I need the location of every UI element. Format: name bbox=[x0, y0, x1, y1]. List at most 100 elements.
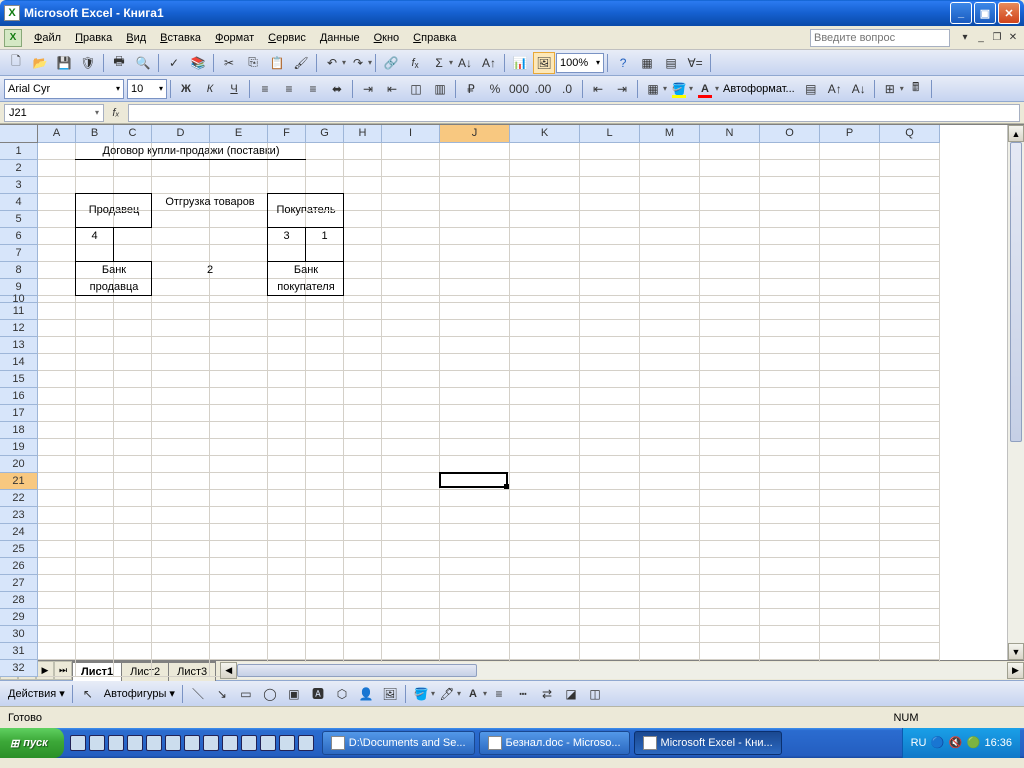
cell[interactable] bbox=[700, 245, 760, 262]
cell[interactable] bbox=[114, 388, 152, 405]
currency-icon[interactable]: ₽ bbox=[460, 78, 482, 100]
cell[interactable] bbox=[440, 473, 510, 490]
cell[interactable] bbox=[760, 211, 820, 228]
borders-icon[interactable]: ▦ bbox=[642, 78, 664, 100]
cell[interactable] bbox=[38, 303, 76, 320]
line-color-icon[interactable]: 🖊 bbox=[436, 683, 458, 705]
cell[interactable] bbox=[880, 354, 940, 371]
taskbar-task[interactable]: D:\Documents and Se... bbox=[322, 731, 475, 755]
cell[interactable] bbox=[114, 143, 152, 160]
cell[interactable] bbox=[820, 160, 880, 177]
cell[interactable] bbox=[152, 524, 210, 541]
textbox-icon[interactable]: ▣ bbox=[283, 683, 305, 705]
cell[interactable] bbox=[306, 371, 344, 388]
cell[interactable] bbox=[580, 643, 640, 660]
hyperlink-icon[interactable]: 🔗 bbox=[380, 52, 402, 74]
cell[interactable] bbox=[700, 143, 760, 160]
cell[interactable] bbox=[382, 245, 440, 262]
cell[interactable] bbox=[820, 371, 880, 388]
row-header-30[interactable]: 30 bbox=[0, 626, 38, 643]
cell[interactable] bbox=[440, 245, 510, 262]
cell[interactable] bbox=[820, 439, 880, 456]
cell[interactable] bbox=[700, 439, 760, 456]
cell[interactable] bbox=[210, 211, 268, 228]
cell[interactable] bbox=[268, 405, 306, 422]
cell[interactable] bbox=[306, 354, 344, 371]
indent-decrease-icon[interactable]: ⇤ bbox=[381, 78, 403, 100]
row-header-18[interactable]: 18 bbox=[0, 422, 38, 439]
drawing-icon[interactable]: 🖼 bbox=[533, 52, 555, 74]
cell[interactable] bbox=[76, 609, 114, 626]
row-header-29[interactable]: 29 bbox=[0, 609, 38, 626]
cell[interactable] bbox=[382, 558, 440, 575]
cell[interactable] bbox=[152, 507, 210, 524]
row-header-5[interactable]: 5 bbox=[0, 211, 38, 228]
save-icon[interactable]: 💾 bbox=[53, 52, 75, 74]
cell[interactable] bbox=[510, 211, 580, 228]
cell[interactable] bbox=[344, 609, 382, 626]
cell[interactable] bbox=[38, 439, 76, 456]
cell[interactable] bbox=[640, 388, 700, 405]
cell[interactable] bbox=[760, 643, 820, 660]
cell[interactable] bbox=[880, 592, 940, 609]
diagram-icon[interactable]: ⬡ bbox=[331, 683, 353, 705]
cell[interactable] bbox=[344, 456, 382, 473]
font-size-combo[interactable]: 10▾ bbox=[127, 79, 167, 99]
cell[interactable] bbox=[344, 160, 382, 177]
cell[interactable] bbox=[382, 303, 440, 320]
cell[interactable] bbox=[268, 422, 306, 439]
cell[interactable] bbox=[268, 143, 306, 160]
calculator-icon[interactable]: 🖩 bbox=[905, 78, 927, 100]
increase-indent-icon[interactable]: ⇥ bbox=[611, 78, 633, 100]
cell[interactable] bbox=[880, 643, 940, 660]
cell[interactable] bbox=[306, 456, 344, 473]
cell[interactable] bbox=[152, 558, 210, 575]
cell[interactable] bbox=[880, 609, 940, 626]
cell[interactable] bbox=[210, 473, 268, 490]
cell[interactable] bbox=[440, 643, 510, 660]
col-header-O[interactable]: O bbox=[760, 125, 820, 143]
cell[interactable]: 4 bbox=[76, 228, 114, 245]
cell[interactable]: 3 bbox=[268, 228, 306, 245]
cell[interactable] bbox=[760, 575, 820, 592]
cell[interactable] bbox=[440, 405, 510, 422]
cell[interactable] bbox=[760, 296, 820, 303]
cell[interactable] bbox=[640, 211, 700, 228]
cell[interactable] bbox=[210, 592, 268, 609]
cell[interactable] bbox=[38, 177, 76, 194]
horizontal-scrollbar[interactable]: ◀ ▶ bbox=[220, 662, 1024, 679]
cell[interactable] bbox=[510, 626, 580, 643]
cell[interactable] bbox=[114, 422, 152, 439]
research-icon[interactable]: 📚 bbox=[187, 52, 209, 74]
row-header-24[interactable]: 24 bbox=[0, 524, 38, 541]
cell[interactable] bbox=[38, 262, 76, 279]
cell[interactable] bbox=[880, 490, 940, 507]
quicklaunch-icon[interactable] bbox=[203, 735, 219, 751]
cell[interactable] bbox=[510, 558, 580, 575]
cell[interactable] bbox=[114, 262, 152, 279]
cell[interactable] bbox=[510, 456, 580, 473]
cell[interactable] bbox=[268, 473, 306, 490]
vertical-scrollbar[interactable]: ▲ ▼ bbox=[1007, 125, 1024, 660]
cell[interactable] bbox=[268, 643, 306, 660]
cell[interactable] bbox=[820, 558, 880, 575]
cell[interactable] bbox=[152, 211, 210, 228]
cell[interactable] bbox=[880, 626, 940, 643]
cell[interactable] bbox=[640, 422, 700, 439]
cell[interactable] bbox=[880, 456, 940, 473]
cell[interactable] bbox=[38, 228, 76, 245]
cell[interactable] bbox=[38, 160, 76, 177]
cell[interactable] bbox=[76, 405, 114, 422]
cell[interactable] bbox=[114, 643, 152, 660]
permission-icon[interactable]: 🛡 bbox=[77, 52, 99, 74]
cell[interactable] bbox=[344, 507, 382, 524]
cell[interactable] bbox=[640, 337, 700, 354]
cell[interactable]: Банк bbox=[76, 262, 114, 279]
col-header-E[interactable]: E bbox=[210, 125, 268, 143]
cell[interactable] bbox=[510, 524, 580, 541]
cell[interactable] bbox=[114, 609, 152, 626]
line-style-icon[interactable]: ≡ bbox=[488, 683, 510, 705]
cell[interactable] bbox=[580, 354, 640, 371]
cell[interactable] bbox=[306, 388, 344, 405]
cell[interactable] bbox=[760, 524, 820, 541]
